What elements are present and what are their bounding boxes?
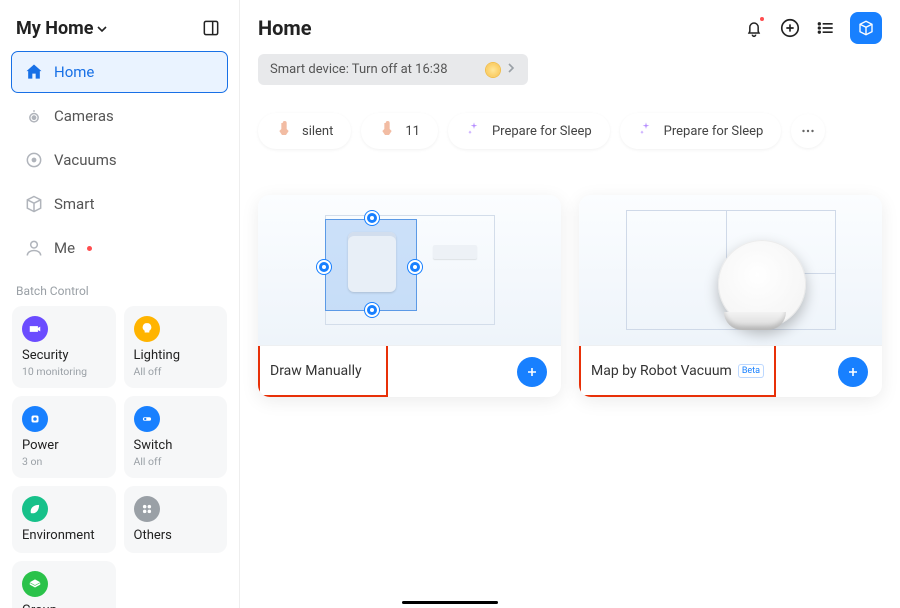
- more-scenes-button[interactable]: [791, 114, 825, 148]
- nav-item-home[interactable]: Home: [12, 52, 227, 92]
- tile-power[interactable]: Power 3 on: [12, 396, 116, 478]
- tile-sub: 3 on: [22, 455, 106, 468]
- sidebar-header: My Home: [12, 12, 227, 52]
- sparkle-icon: [638, 121, 654, 141]
- nav-label: Home: [54, 63, 94, 81]
- cube-icon: [24, 194, 44, 214]
- page-title: Home: [258, 16, 312, 40]
- tile-security[interactable]: Security 10 monitoring: [12, 306, 116, 388]
- tile-title: Power: [22, 438, 106, 453]
- tile-title: Lighting: [134, 348, 218, 363]
- scene-prepare-sleep-2[interactable]: Prepare for Sleep: [620, 113, 782, 149]
- batch-control-label: Batch Control: [16, 284, 227, 298]
- chip-label: Prepare for Sleep: [664, 124, 764, 139]
- tap-icon: [379, 121, 395, 141]
- nav: Home Cameras Vacuums Smart: [12, 52, 227, 268]
- tile-title: Switch: [134, 438, 218, 453]
- leaf-icon: [22, 496, 48, 522]
- tile-title: Others: [134, 528, 218, 543]
- batch-control-tiles: Security 10 monitoring Lighting All off …: [12, 306, 227, 608]
- home-selector[interactable]: My Home: [16, 18, 107, 39]
- tile-sub: 10 monitoring: [22, 365, 106, 378]
- resize-handle-left[interactable]: [317, 260, 331, 274]
- tile-title: Environment: [22, 528, 106, 543]
- tile-title: Group: [22, 603, 106, 608]
- nav-label: Cameras: [54, 107, 114, 125]
- tile-sub: All off: [134, 365, 218, 378]
- home-indicator: [402, 601, 498, 604]
- scene-11[interactable]: 11: [361, 113, 438, 149]
- tile-switch[interactable]: Switch All off: [124, 396, 228, 478]
- main-header: Home: [258, 12, 882, 44]
- resize-handle-right[interactable]: [408, 260, 422, 274]
- robot-vacuum-icon: [718, 240, 806, 328]
- scene-chips: silent 11 Prepare for Sleep Prepare for …: [258, 113, 882, 149]
- nav-label: Me: [54, 239, 75, 257]
- sidebar: My Home Home Cameras: [0, 0, 240, 608]
- scene-silent[interactable]: silent: [258, 113, 351, 149]
- chip-label: silent: [302, 124, 333, 139]
- resize-handle-bottom[interactable]: [365, 303, 379, 317]
- card-label-draw: Draw Manually: [258, 346, 388, 397]
- sparkle-icon: [466, 121, 482, 141]
- chevron-down-icon: [97, 18, 107, 39]
- tile-environment[interactable]: Environment: [12, 486, 116, 553]
- card-draw-manually[interactable]: Draw Manually: [258, 195, 561, 397]
- nav-label: Smart: [54, 195, 95, 213]
- sidebar-title: My Home: [16, 18, 93, 39]
- robot-preview: [579, 195, 882, 345]
- cube-button[interactable]: [850, 12, 882, 44]
- user-icon: [24, 238, 44, 258]
- home-icon: [24, 62, 44, 82]
- card-label-map: Map by Robot Vacuum Beta: [579, 346, 776, 397]
- list-icon[interactable]: [814, 16, 838, 40]
- nav-item-vacuums[interactable]: Vacuums: [12, 140, 227, 180]
- notice-text: Smart device: Turn off at 16:38: [270, 62, 448, 77]
- notification-dot: [760, 17, 764, 21]
- plug-icon: [22, 406, 48, 432]
- chevron-right-icon: [506, 62, 516, 77]
- scene-prepare-sleep-1[interactable]: Prepare for Sleep: [448, 113, 610, 149]
- draw-preview: [258, 195, 561, 345]
- nav-label: Vacuums: [54, 151, 117, 169]
- main: Home Smart device: Turn off at 16:38: [240, 0, 900, 608]
- tile-sub: All off: [134, 455, 218, 468]
- vacuum-icon: [24, 150, 44, 170]
- tile-lighting[interactable]: Lighting All off: [124, 306, 228, 388]
- notification-dot: [87, 246, 92, 251]
- add-icon[interactable]: [778, 16, 802, 40]
- nav-item-smart[interactable]: Smart: [12, 184, 227, 224]
- card-map-by-robot[interactable]: Map by Robot Vacuum Beta: [579, 195, 882, 397]
- camera-icon: [24, 106, 44, 126]
- add-draw-button[interactable]: [517, 357, 547, 387]
- resize-handle-top[interactable]: [365, 211, 379, 225]
- layers-icon: [22, 571, 48, 597]
- tile-title: Security: [22, 348, 106, 363]
- chip-label: Prepare for Sleep: [492, 124, 592, 139]
- top-actions: [742, 12, 882, 44]
- notifications-icon[interactable]: [742, 16, 766, 40]
- tile-group[interactable]: Group: [12, 561, 116, 608]
- smart-device-notice[interactable]: Smart device: Turn off at 16:38: [258, 54, 528, 85]
- bulb-icon: [134, 316, 160, 342]
- tap-icon: [276, 121, 292, 141]
- map-cards: Draw Manually Map b: [258, 195, 882, 397]
- nav-item-cameras[interactable]: Cameras: [12, 96, 227, 136]
- chip-label: 11: [405, 124, 420, 139]
- grid-icon: [134, 496, 160, 522]
- camera-icon: [22, 316, 48, 342]
- nav-item-me[interactable]: Me: [12, 228, 227, 268]
- switch-icon: [134, 406, 160, 432]
- layout-icon[interactable]: [199, 16, 223, 40]
- beta-badge: Beta: [738, 364, 764, 378]
- tile-others[interactable]: Others: [124, 486, 228, 553]
- weather-icon: [486, 63, 500, 77]
- add-map-button[interactable]: [838, 357, 868, 387]
